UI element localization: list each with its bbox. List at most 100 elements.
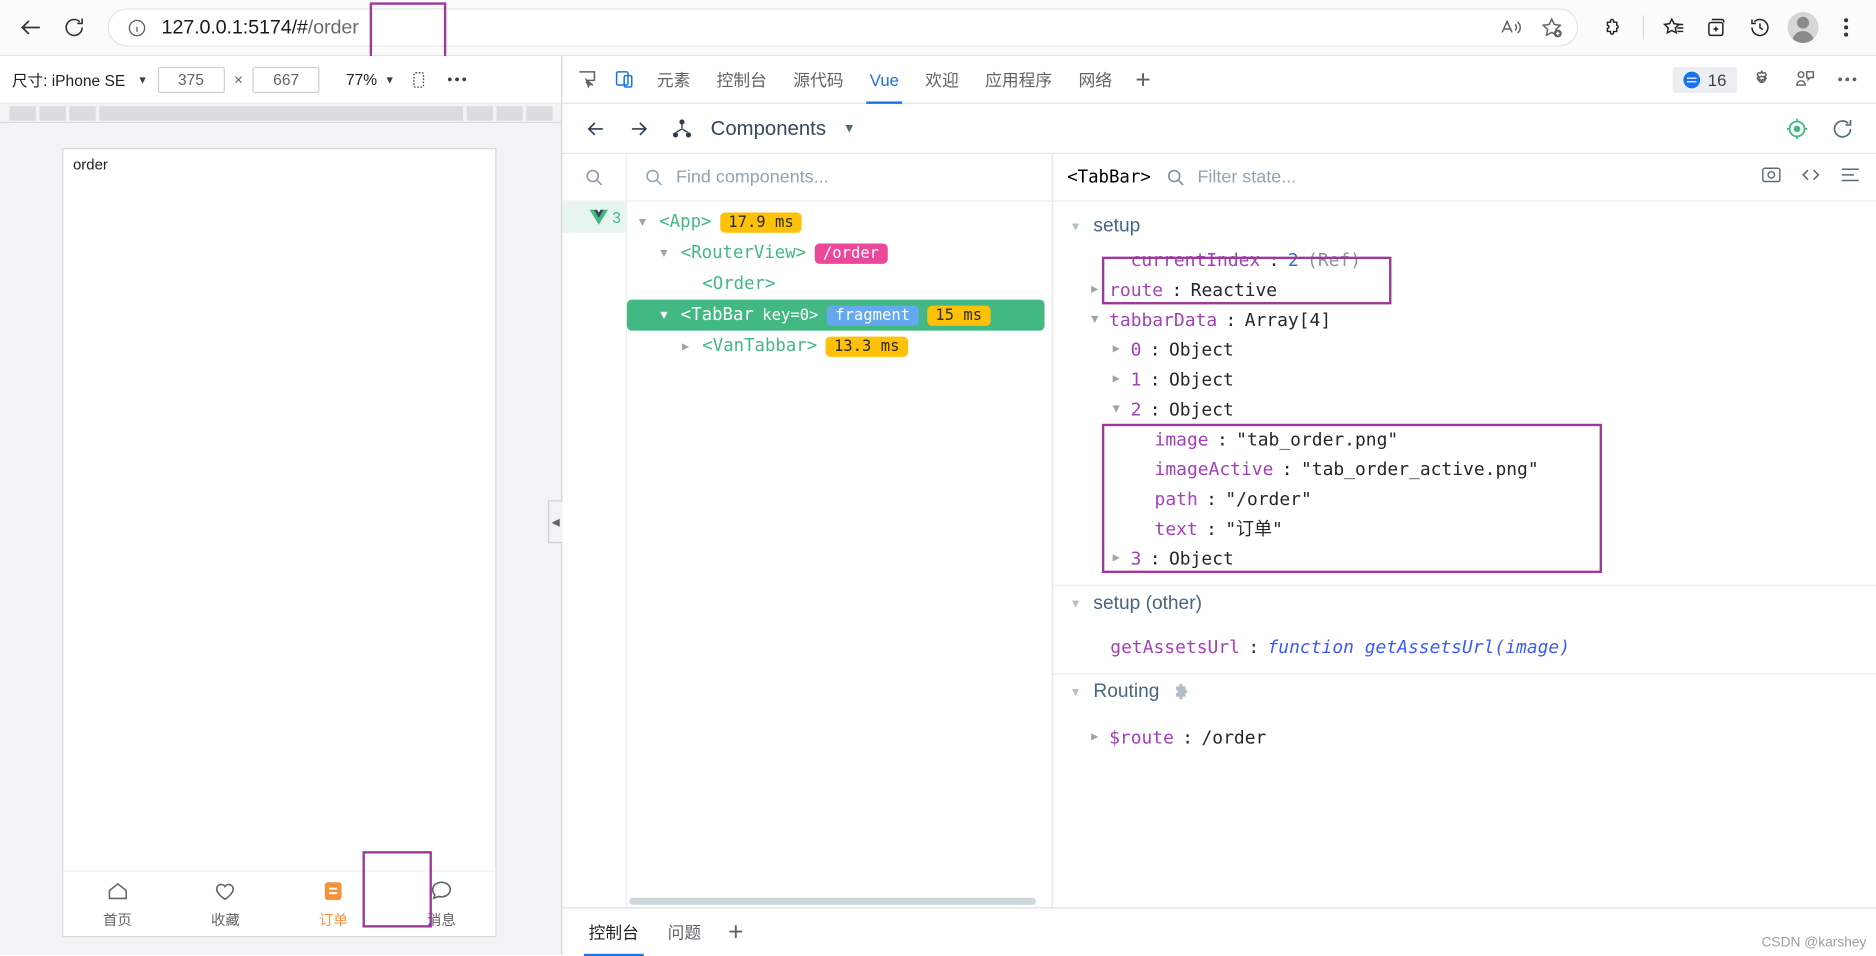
expand-arrow-icon[interactable]: ▼ xyxy=(1089,313,1101,326)
history-icon[interactable] xyxy=(1740,7,1781,48)
state-value: Object xyxy=(1168,338,1234,360)
collapse-arrow-icon[interactable]: ▼ xyxy=(1070,220,1082,233)
tree-search-icon[interactable] xyxy=(562,153,627,201)
tree-node-app[interactable]: ▼ <App> 17.9 ms xyxy=(627,207,1052,238)
expand-arrow-icon[interactable]: ▶ xyxy=(1110,343,1122,356)
refresh-icon[interactable] xyxy=(1828,114,1857,143)
expand-arrow-icon[interactable]: ▼ xyxy=(1110,402,1122,415)
state-row-tabbarData[interactable]: ▼ tabbarData: Array[4] xyxy=(1053,304,1876,334)
drawer-add-tab-button[interactable]: + xyxy=(718,914,754,950)
expand-arrow-icon[interactable]: ▶ xyxy=(1089,283,1101,296)
state-row-index-1[interactable]: ▶ 1: Object xyxy=(1053,364,1876,394)
tab-application[interactable]: 应用程序 xyxy=(972,56,1065,104)
state-separator: : xyxy=(1182,726,1194,748)
state-row-path[interactable]: path: "/order" xyxy=(1053,483,1876,513)
add-favorite-icon[interactable] xyxy=(1534,10,1570,46)
device-height-input[interactable]: 667 xyxy=(252,66,320,93)
expand-arrow-icon[interactable]: ▶ xyxy=(1110,552,1122,565)
tabbar-item-home[interactable]: 首页 xyxy=(63,871,171,935)
tabbar-item-favorite[interactable]: 收藏 xyxy=(171,871,279,935)
feedback-icon[interactable] xyxy=(1785,61,1823,97)
device-size-label[interactable]: 尺寸: iPhone SE xyxy=(12,68,125,91)
tab-vue[interactable]: Vue xyxy=(857,56,913,104)
state-group-routing[interactable]: ▼ Routing xyxy=(1053,674,1876,710)
reload-button[interactable] xyxy=(53,6,96,49)
state-row-index-3[interactable]: ▶ 3: Object xyxy=(1053,543,1876,573)
device-toolbar: 尺寸: iPhone SE ▼ 375 × 667 77% ▼ xyxy=(0,56,562,104)
extensions-icon[interactable] xyxy=(1592,7,1633,48)
inspect-icon[interactable] xyxy=(567,61,605,97)
devtools-more-icon[interactable] xyxy=(1828,61,1866,97)
collapse-sidebar-handle[interactable]: ◀ xyxy=(547,500,563,544)
state-value: "tab_order.png" xyxy=(1236,427,1399,450)
state-row-image[interactable]: image: "tab_order.png" xyxy=(1053,424,1876,454)
tab-sources[interactable]: 源代码 xyxy=(780,56,857,104)
tab-console[interactable]: 控制台 xyxy=(704,56,781,104)
toggle-state-layout-icon[interactable] xyxy=(1839,163,1862,192)
tree-horizontal-scrollbar[interactable] xyxy=(629,897,1037,905)
tab-elements[interactable]: 元素 xyxy=(644,56,704,104)
vue-version-text: 3 xyxy=(612,208,621,227)
app-tabbar: 首页 收藏 订单 消息 xyxy=(63,851,496,936)
vue-panel-chevron-down-icon[interactable]: ▼ xyxy=(843,121,856,135)
select-component-icon[interactable] xyxy=(1783,114,1812,143)
forward-arrow-icon[interactable] xyxy=(625,114,654,143)
settings-gear-icon[interactable] xyxy=(1742,61,1780,97)
state-group-setup[interactable]: ▼ setup xyxy=(1053,209,1876,245)
site-info-icon[interactable] xyxy=(123,14,149,40)
tabbar-item-order[interactable]: 订单 xyxy=(279,871,387,935)
expand-arrow-icon[interactable]: ▶ xyxy=(1110,372,1122,385)
state-row-text[interactable]: text: "订单" xyxy=(1053,513,1876,543)
drawer-tab-issues[interactable]: 问题 xyxy=(656,908,713,956)
filter-state-input[interactable]: Filter state... xyxy=(1165,167,1296,187)
state-row-index-2[interactable]: ▼ 2: Object xyxy=(1053,394,1876,424)
zoom-select[interactable]: 77% ▼ xyxy=(346,70,395,88)
state-group-setup-other[interactable]: ▼ setup (other) xyxy=(1053,586,1876,622)
find-components-input[interactable]: Find components... xyxy=(627,167,1052,187)
state-row-imageActive[interactable]: imageActive: "tab_order_active.png" xyxy=(1053,454,1876,484)
vue-panel-title: Components xyxy=(710,116,827,140)
tab-welcome[interactable]: 欢迎 xyxy=(912,56,972,104)
state-row-route[interactable]: ▶ route: Reactive xyxy=(1053,275,1876,305)
expand-arrow-icon[interactable]: ▼ xyxy=(660,247,672,260)
address-bar[interactable]: 127.0.0.1:5174/#/order xyxy=(107,8,1579,47)
browser-more-icon[interactable] xyxy=(1826,7,1867,48)
favorites-icon[interactable] xyxy=(1653,7,1694,48)
add-tab-button[interactable]: + xyxy=(1125,61,1161,97)
tree-node-vantabbar[interactable]: ▶ <VanTabbar> 13.3 ms xyxy=(627,331,1052,362)
device-width-input[interactable]: 375 xyxy=(157,66,225,93)
profile-icon[interactable] xyxy=(1783,7,1824,48)
device-size-chevron-icon[interactable]: ▼ xyxy=(137,73,148,85)
state-row-getAssetsUrl[interactable]: getAssetsUrl: function getAssetsUrl(imag… xyxy=(1053,631,1876,661)
tree-node-order[interactable]: ▶ <Order> xyxy=(627,269,1052,300)
tree-node-routerview[interactable]: ▼ <RouterView> /order xyxy=(627,238,1052,269)
device-more-icon[interactable] xyxy=(443,65,472,94)
fragment-badge: fragment xyxy=(826,305,919,326)
tree-node-label: <VanTabbar> xyxy=(702,336,818,356)
back-arrow-icon[interactable] xyxy=(581,114,610,143)
expand-arrow-icon[interactable]: ▼ xyxy=(660,309,672,322)
drawer-tab-console[interactable]: 控制台 xyxy=(577,908,651,956)
state-row-route-path[interactable]: ▶ $route: /order xyxy=(1053,722,1876,752)
toggle-picture-icon[interactable] xyxy=(1760,163,1783,192)
read-aloud-icon[interactable] xyxy=(1493,10,1529,46)
state-row-currentIndex[interactable]: ▶ currentIndex: 2 (Ref) xyxy=(1053,245,1876,275)
device-emulation-pane: 尺寸: iPhone SE ▼ 375 × 667 77% ▼ order 首页… xyxy=(0,56,563,956)
state-separator: : xyxy=(1248,635,1260,658)
collections-icon[interactable] xyxy=(1697,7,1738,48)
expand-arrow-icon[interactable]: ▶ xyxy=(682,340,694,353)
device-toolbar-icon[interactable] xyxy=(605,61,643,97)
expand-arrow-icon[interactable]: ▶ xyxy=(1089,731,1101,744)
tree-node-tabbar[interactable]: ▼ <TabBar key=0> fragment 15 ms xyxy=(626,299,1045,331)
back-button[interactable] xyxy=(10,6,53,49)
state-row-index-0[interactable]: ▶ 0: Object xyxy=(1053,334,1876,364)
issues-badge[interactable]: 16 xyxy=(1673,66,1738,93)
open-in-editor-icon[interactable] xyxy=(1799,163,1822,192)
rotate-icon[interactable] xyxy=(405,65,434,94)
collapse-arrow-icon[interactable]: ▼ xyxy=(1070,686,1082,699)
collapse-arrow-icon[interactable]: ▼ xyxy=(1070,597,1082,610)
tab-network[interactable]: 网络 xyxy=(1065,56,1125,104)
tabbar-label: 订单 xyxy=(318,912,348,929)
expand-arrow-icon[interactable]: ▼ xyxy=(639,215,651,228)
tabbar-item-message[interactable]: 消息 xyxy=(387,871,495,935)
